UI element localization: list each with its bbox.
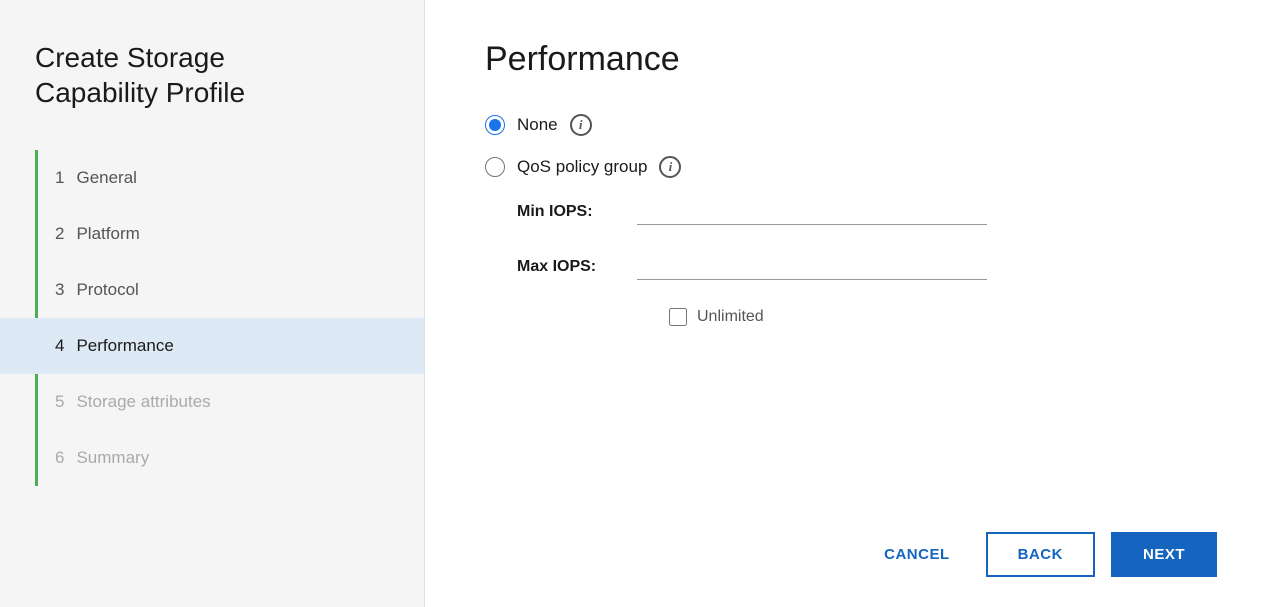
step-platform[interactable]: 2 Platform — [0, 206, 424, 262]
radio-qos-label[interactable]: QoS policy group — [517, 157, 647, 177]
max-iops-input[interactable] — [637, 253, 987, 280]
back-button[interactable]: BACK — [986, 532, 1095, 577]
main-panel: Performance None i QoS policy group i Mi… — [425, 0, 1277, 607]
min-iops-label: Min IOPS: — [517, 203, 637, 221]
step-label-platform: Platform — [76, 224, 139, 244]
step-summary[interactable]: 6 Summary — [0, 430, 424, 486]
step-general[interactable]: 1 General — [0, 150, 424, 206]
sidebar: Create Storage Capability Profile 1 Gene… — [0, 0, 425, 607]
max-iops-label: Max IOPS: — [517, 258, 637, 276]
qos-info-icon[interactable]: i — [659, 156, 681, 178]
step-protocol[interactable]: 3 Protocol — [0, 262, 424, 318]
step-number-6: 6 — [55, 448, 64, 468]
step-number-1: 1 — [55, 168, 64, 188]
step-label-performance: Performance — [76, 336, 173, 356]
radio-none-label[interactable]: None — [517, 115, 558, 135]
unlimited-row: Unlimited — [669, 308, 1217, 326]
max-iops-row: Max IOPS: — [517, 253, 1217, 280]
iops-fields: Min IOPS: Max IOPS: Unlimited — [517, 198, 1217, 326]
page-title: Create Storage Capability Profile — [0, 40, 424, 150]
step-number-3: 3 — [55, 280, 64, 300]
unlimited-checkbox[interactable] — [669, 308, 687, 326]
form-content: None i QoS policy group i Min IOPS: Max … — [485, 114, 1217, 512]
min-iops-row: Min IOPS: — [517, 198, 1217, 225]
step-performance[interactable]: 4 Performance — [0, 318, 424, 374]
step-label-storage-attributes: Storage attributes — [76, 392, 210, 412]
step-number-5: 5 — [55, 392, 64, 412]
radio-qos[interactable] — [485, 157, 505, 177]
steps-list: 1 General 2 Platform 3 Protocol 4 Perfor… — [0, 150, 424, 486]
next-button[interactable]: NEXT — [1111, 532, 1217, 577]
footer: CANCEL BACK NEXT — [485, 512, 1217, 577]
radio-group-qos: QoS policy group i — [485, 156, 1217, 178]
none-info-icon[interactable]: i — [570, 114, 592, 136]
radio-none[interactable] — [485, 115, 505, 135]
min-iops-input[interactable] — [637, 198, 987, 225]
step-number-2: 2 — [55, 224, 64, 244]
step-label-general: General — [76, 168, 136, 188]
cancel-button[interactable]: CANCEL — [864, 534, 970, 575]
step-storage-attributes[interactable]: 5 Storage attributes — [0, 374, 424, 430]
step-label-summary: Summary — [76, 448, 149, 468]
step-label-protocol: Protocol — [76, 280, 138, 300]
unlimited-label[interactable]: Unlimited — [697, 308, 764, 326]
section-title: Performance — [485, 40, 1217, 79]
step-number-4: 4 — [55, 336, 64, 356]
radio-group-none: None i — [485, 114, 1217, 136]
